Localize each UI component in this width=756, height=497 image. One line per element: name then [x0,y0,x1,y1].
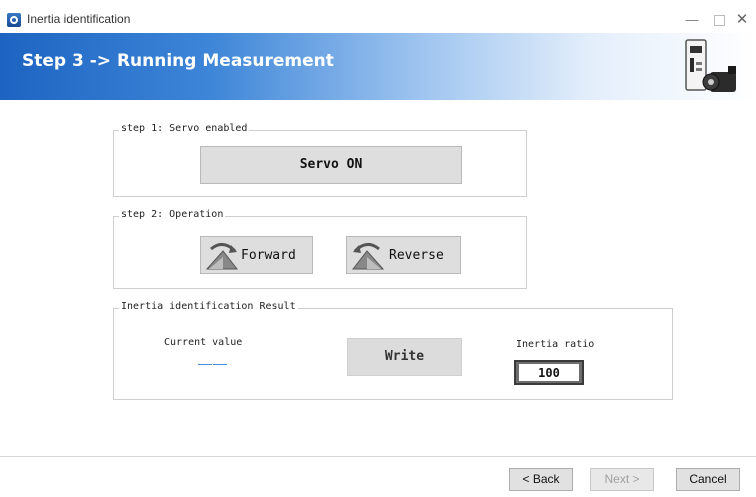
current-value: —— [198,355,228,371]
write-button[interactable]: Write [347,338,462,376]
minimize-button[interactable]: — [680,10,704,30]
back-button[interactable]: < Back [509,468,573,491]
footer-separator [0,456,756,457]
forward-label: Forward [241,248,296,263]
next-button[interactable]: Next > [590,468,654,491]
operation-group: step 2: Operation Forward Reverse [113,209,527,289]
maximize-button[interactable] [707,10,731,30]
inertia-ratio-label: Inertia ratio [516,339,595,350]
inertia-ratio-input[interactable] [519,364,579,381]
servo-on-button[interactable]: Servo ON [200,146,462,184]
inertia-ratio-field-frame [514,360,584,385]
wizard-header-banner: Step 3 -> Running Measurement [0,33,756,100]
inertia-result-group: Inertia identification Result Current va… [113,301,673,400]
servo-drive-icon [685,39,736,92]
window-titlebar: Inertia identification — ✕ [0,8,756,32]
app-logo-icon [7,13,21,27]
current-value-label: Current value [164,337,243,348]
operation-legend: step 2: Operation [119,209,226,220]
inertia-result-legend: Inertia identification Result [119,301,298,312]
reverse-label: Reverse [389,248,444,263]
servo-enable-legend: step 1: Servo enabled [119,123,250,134]
forward-rotation-icon [205,243,239,270]
window-title: Inertia identification [27,12,131,26]
reverse-rotation-icon [351,243,385,270]
step-title: Step 3 -> Running Measurement [22,51,334,71]
forward-button[interactable]: Forward [200,236,313,274]
reverse-button[interactable]: Reverse [346,236,461,274]
cancel-button[interactable]: Cancel [676,468,740,491]
servo-enable-group: step 1: Servo enabled Servo ON [113,123,527,197]
close-button[interactable]: ✕ [730,10,754,30]
